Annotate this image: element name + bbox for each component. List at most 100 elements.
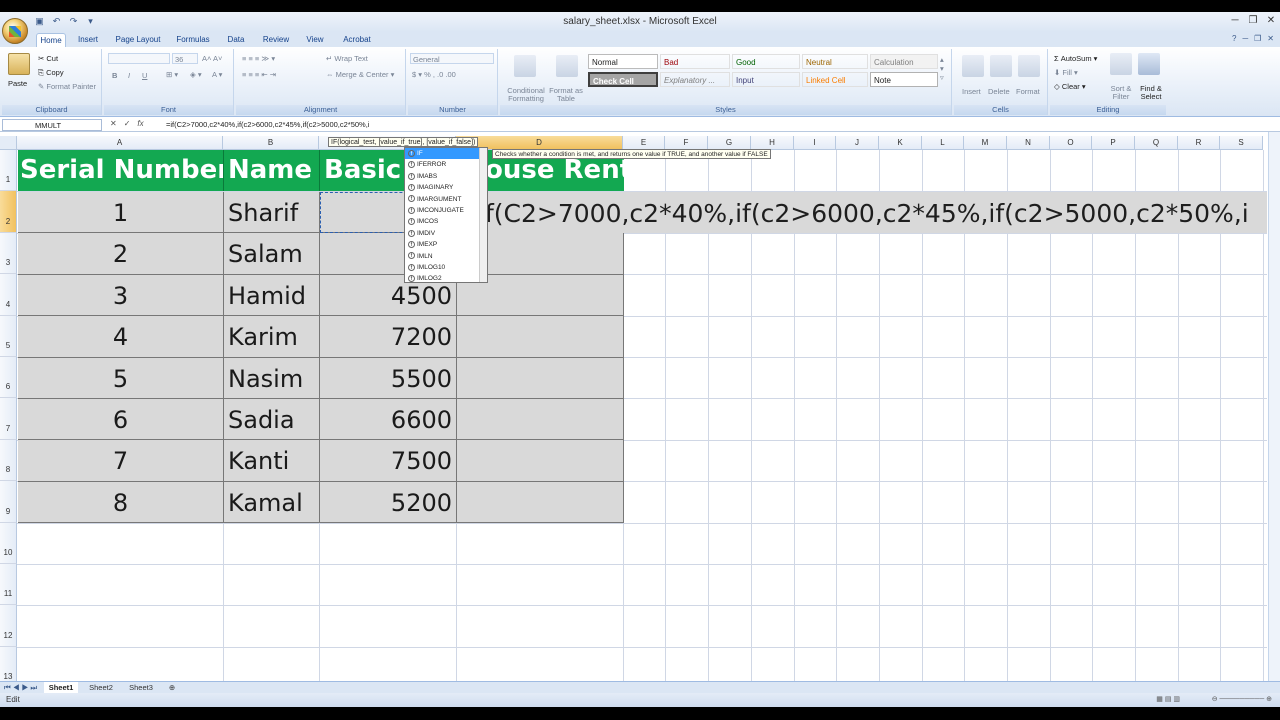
sort-filter-button[interactable]: Sort & Filter xyxy=(1106,85,1136,101)
format-as-table-icon[interactable] xyxy=(556,55,578,77)
tab-insert[interactable]: Insert xyxy=(74,33,102,47)
tab-home[interactable]: Home xyxy=(36,33,66,47)
cell-name[interactable]: Kamal xyxy=(224,481,320,524)
style-input[interactable]: Input xyxy=(732,72,800,87)
cancel-icon[interactable]: ✕ xyxy=(110,119,117,128)
font-color-icon[interactable]: A ▾ xyxy=(212,70,222,79)
column-header-r[interactable]: R xyxy=(1178,136,1220,150)
row-header-11[interactable]: 11 xyxy=(0,564,17,606)
tab-view[interactable]: View xyxy=(302,33,328,47)
cell-house-rent[interactable] xyxy=(457,440,624,482)
styles-more-icon[interactable]: ▴ ▾ ▿ xyxy=(940,55,944,82)
column-header-o[interactable]: O xyxy=(1050,136,1092,150)
autocomplete-item[interactable]: f IF xyxy=(405,148,487,160)
row-header-3[interactable]: 3 xyxy=(0,232,17,275)
autocomplete-item[interactable]: f IMAGINARY xyxy=(405,182,487,193)
cell-basic[interactable]: 7500 xyxy=(320,440,457,482)
office-button[interactable] xyxy=(2,18,28,44)
style-note[interactable]: Note xyxy=(870,72,938,87)
autocomplete-item[interactable]: f IFERROR xyxy=(405,159,487,170)
column-header-k[interactable]: K xyxy=(879,136,922,150)
borders-icon[interactable]: ⊞ ▾ xyxy=(166,70,178,79)
view-buttons-icon[interactable]: ▦ ▤ ▥ xyxy=(1156,693,1180,707)
column-header-p[interactable]: P xyxy=(1092,136,1135,150)
row-header-1[interactable]: 1 xyxy=(0,150,17,192)
header-name[interactable]: Name xyxy=(224,150,320,191)
paste-button[interactable]: Paste xyxy=(8,79,27,88)
row-header-9[interactable]: 9 xyxy=(0,481,17,523)
tab-review[interactable]: Review xyxy=(260,33,292,47)
column-header-h[interactable]: H xyxy=(751,136,794,150)
zoom-slider[interactable]: ⊖ ───────── ⊕ xyxy=(1212,693,1272,707)
find-select-button[interactable]: Find & Select xyxy=(1136,85,1166,101)
header-serial-number[interactable]: Serial Number xyxy=(18,150,224,191)
column-header-l[interactable]: L xyxy=(922,136,964,150)
style-calculation[interactable]: Calculation xyxy=(870,54,938,69)
autocomplete-item[interactable]: f IMLN xyxy=(405,251,487,262)
cell-name[interactable]: Sadia xyxy=(224,399,320,441)
column-header-i[interactable]: I xyxy=(794,136,836,150)
underline-button[interactable]: U xyxy=(142,71,147,80)
style-neutral[interactable]: Neutral xyxy=(802,54,868,69)
column-header-j[interactable]: J xyxy=(836,136,879,150)
tab-page-layout[interactable]: Page Layout xyxy=(112,33,164,47)
font-size-select[interactable]: 36 xyxy=(172,53,198,64)
format-painter-button[interactable]: ✎ Format Painter xyxy=(38,82,96,91)
cell-name[interactable]: Kanti xyxy=(224,440,320,482)
cell-serial[interactable]: 1 xyxy=(18,192,224,234)
cell-serial[interactable]: 5 xyxy=(18,357,224,399)
column-header-f[interactable]: F xyxy=(665,136,708,150)
sheet-nav-icon[interactable]: ⏮ ◀ ▶ ⏭ xyxy=(4,683,37,693)
conditional-formatting-icon[interactable] xyxy=(514,55,536,77)
column-header-e[interactable]: E xyxy=(623,136,665,150)
tab-data[interactable]: Data xyxy=(224,33,248,47)
close-icon[interactable]: ✕ xyxy=(1267,34,1274,43)
row-header-6[interactable]: 6 xyxy=(0,357,17,399)
cell-basic[interactable]: 6600 xyxy=(320,399,457,441)
cell-name[interactable]: Karim xyxy=(224,316,320,358)
paste-icon[interactable] xyxy=(8,53,30,75)
row-header-12[interactable]: 12 xyxy=(0,605,17,647)
format-cells-icon[interactable] xyxy=(1018,55,1040,77)
tab-acrobat[interactable]: Acrobat xyxy=(338,33,376,47)
row-header-4[interactable]: 4 xyxy=(0,274,17,316)
row-header-7[interactable]: 7 xyxy=(0,398,17,440)
column-header-g[interactable]: G xyxy=(708,136,751,150)
cell-name[interactable]: Nasim xyxy=(224,357,320,399)
number-format-select[interactable]: General xyxy=(410,53,494,64)
column-header-s[interactable]: S xyxy=(1220,136,1263,150)
autocomplete-item[interactable]: f IMLOG2 xyxy=(405,273,487,282)
cell-name[interactable]: Sharif xyxy=(224,192,320,234)
vertical-scrollbar[interactable] xyxy=(1268,132,1280,681)
cell-name[interactable]: Hamid xyxy=(224,274,320,317)
autosum-button[interactable]: Σ AutoSum ▾ xyxy=(1054,54,1097,63)
help-icon[interactable]: ? xyxy=(1232,34,1236,43)
fill-button[interactable]: ⬇ Fill ▾ xyxy=(1054,68,1078,77)
cut-button[interactable]: ✂ Cut xyxy=(38,54,58,63)
cell-basic[interactable]: 7200 xyxy=(320,316,457,358)
column-header-a[interactable]: A xyxy=(17,136,223,150)
cell-basic[interactable]: 5200 xyxy=(320,481,457,524)
cell-serial[interactable]: 2 xyxy=(18,233,224,275)
style-bad[interactable]: Bad xyxy=(660,54,730,69)
autocomplete-item[interactable]: f IMABS xyxy=(405,171,487,182)
editing-cell-d2[interactable]: f(C2>7000,c2*40%,if(c2>6000,c2*45%,if(c2… xyxy=(457,192,1267,233)
grow-font-icon[interactable]: A˄ A˅ xyxy=(202,54,222,63)
sort-filter-icon[interactable] xyxy=(1110,53,1132,75)
autocomplete-item[interactable]: f IMDIV xyxy=(405,228,487,239)
align-top-icon[interactable]: ≡ ≡ ≡ ≫ ▾ xyxy=(242,54,275,63)
tab-formulas[interactable]: Formulas xyxy=(174,33,212,47)
restore-icon[interactable]: ❐ xyxy=(1254,34,1261,43)
name-box[interactable]: MMULT xyxy=(2,119,102,131)
font-name-select[interactable] xyxy=(108,53,170,64)
autocomplete-item[interactable]: f IMARGUMENT xyxy=(405,194,487,205)
binoculars-icon[interactable] xyxy=(1138,53,1160,75)
cell-serial[interactable]: 6 xyxy=(18,399,224,441)
cell-basic[interactable]: 5500 xyxy=(320,357,457,399)
style-linked-cell[interactable]: Linked Cell xyxy=(802,72,868,87)
cell-house-rent[interactable] xyxy=(457,481,624,524)
autocomplete-item[interactable]: f IMCOS xyxy=(405,216,487,227)
cell-name[interactable]: Salam xyxy=(224,233,320,275)
conditional-formatting-button[interactable]: Conditional Formatting xyxy=(504,87,548,103)
cell-house-rent[interactable] xyxy=(457,399,624,441)
